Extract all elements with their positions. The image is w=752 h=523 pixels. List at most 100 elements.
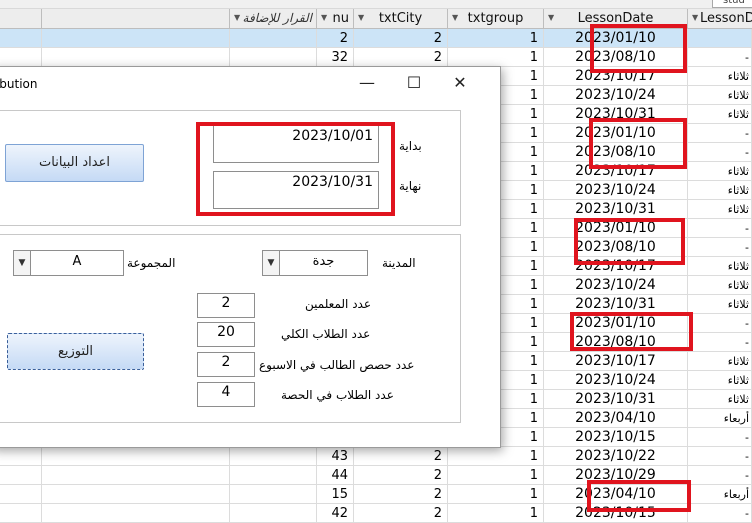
minimize-icon[interactable]: — [347, 71, 387, 95]
table-cell[interactable]: 2023/10/24 [544, 276, 688, 295]
table-cell[interactable] [230, 29, 317, 48]
table-cell[interactable]: 44 [317, 466, 354, 485]
table-cell[interactable]: أربعاء [688, 409, 752, 428]
table-cell[interactable]: 1 [448, 504, 544, 523]
table-cell[interactable]: 2023/10/31 [544, 390, 688, 409]
prepare-data-button[interactable]: اعداد البيانات [5, 144, 144, 182]
table-cell[interactable] [0, 504, 42, 523]
table-cell[interactable] [0, 485, 42, 504]
chevron-down-icon[interactable]: ▼ [263, 251, 280, 275]
highlight-box [196, 122, 395, 216]
table-cell[interactable]: ثلاثاء [688, 162, 752, 181]
table-cell[interactable] [230, 48, 317, 67]
table-cell[interactable]: - [688, 48, 752, 67]
table-cell[interactable]: - [688, 219, 752, 238]
table-cell[interactable]: 2023/10/15 [544, 428, 688, 447]
chevron-down-icon[interactable]: ▼ [14, 251, 31, 275]
table-cell[interactable]: أربعاء [688, 485, 752, 504]
table-cell[interactable]: ثلاثاء [688, 295, 752, 314]
table-cell[interactable] [230, 466, 317, 485]
table-cell[interactable]: - [688, 428, 752, 447]
table-cell[interactable]: 1 [448, 466, 544, 485]
table-cell[interactable]: 2023/10/24 [544, 181, 688, 200]
table-cell[interactable]: 2023/10/24 [544, 86, 688, 105]
table-cell[interactable]: - [688, 447, 752, 466]
table-cell[interactable] [230, 447, 317, 466]
table-cell[interactable] [230, 485, 317, 504]
table-cell[interactable]: - [688, 333, 752, 352]
table-cell[interactable]: ثلاثاء [688, 105, 752, 124]
weekly-lessons-input[interactable]: 2 [197, 352, 255, 377]
table-cell[interactable]: 32 [317, 48, 354, 67]
table-cell[interactable]: 2023/04/10 [544, 409, 688, 428]
group-combo[interactable]: ▼ A [13, 250, 124, 276]
table-cell[interactable] [0, 447, 42, 466]
table-cell[interactable]: ثلاثاء [688, 276, 752, 295]
table-cell[interactable]: 15 [317, 485, 354, 504]
table-cell[interactable] [42, 485, 230, 504]
header-blank-1 [0, 9, 42, 29]
table-cell[interactable]: - [688, 504, 752, 523]
table-cell[interactable]: - [688, 314, 752, 333]
students-per-lesson-input[interactable]: 4 [197, 382, 255, 407]
close-icon[interactable]: ✕ [440, 71, 480, 95]
header-txtgroup[interactable]: ▼ txtgroup [448, 9, 544, 29]
table-cell[interactable]: ثلاثاء [688, 257, 752, 276]
table-cell[interactable]: 2023/10/24 [544, 371, 688, 390]
table-cell[interactable] [0, 29, 42, 48]
table-cell[interactable]: - [688, 143, 752, 162]
table-cell[interactable] [42, 447, 230, 466]
table-cell[interactable]: 2023/10/22 [544, 447, 688, 466]
maximize-icon[interactable]: ☐ [394, 71, 434, 95]
table-cell[interactable]: - [688, 466, 752, 485]
table-cell[interactable] [0, 466, 42, 485]
header-nu[interactable]: ▼ nu [317, 9, 354, 29]
table-cell[interactable]: 2 [354, 466, 448, 485]
table-cell[interactable]: ثلاثاء [688, 352, 752, 371]
table-cell[interactable]: ثلاثاء [688, 390, 752, 409]
dialog-title: ribution [0, 77, 38, 91]
table-cell[interactable]: - [688, 238, 752, 257]
table-cell[interactable]: 2 [317, 29, 354, 48]
table-cell[interactable]: 2 [354, 447, 448, 466]
table-cell[interactable]: ثلاثاء [688, 181, 752, 200]
table-cell[interactable]: 43 [317, 447, 354, 466]
start-date-label: بداية [399, 139, 422, 153]
table-cell[interactable]: 2 [354, 29, 448, 48]
table-cell[interactable]: 2023/10/17 [544, 352, 688, 371]
table-cell[interactable] [42, 466, 230, 485]
total-students-input[interactable]: 20 [197, 322, 255, 347]
table-cell[interactable] [42, 29, 230, 48]
table-cell[interactable] [230, 504, 317, 523]
end-date-label: نهاية [399, 179, 422, 193]
table-cell[interactable]: 42 [317, 504, 354, 523]
table-cell[interactable]: 1 [448, 29, 544, 48]
tab-fragment[interactable]: stud [712, 0, 752, 8]
table-cell[interactable]: ثلاثاء [688, 200, 752, 219]
city-combo[interactable]: ▼ جدة [262, 250, 368, 276]
table-cell[interactable] [0, 48, 42, 67]
table-cell[interactable]: - [688, 124, 752, 143]
table-cell[interactable]: 2 [354, 485, 448, 504]
table-cell[interactable]: ثلاثاء [688, 86, 752, 105]
header-add-decision[interactable]: ▼ القرار للإضافة [230, 9, 317, 29]
table-cell[interactable]: ثلاثاء [688, 371, 752, 390]
table-cell[interactable]: 1 [448, 447, 544, 466]
table-cell[interactable]: 1 [448, 48, 544, 67]
city-label: المدينة [382, 256, 416, 270]
dialog-titlebar[interactable]: ribution — ☐ ✕ [0, 67, 500, 99]
table-cell[interactable] [42, 504, 230, 523]
teachers-count-input[interactable]: 2 [197, 293, 255, 318]
header-txtcity[interactable]: ▼ txtCity [354, 9, 448, 29]
distribute-button[interactable]: التوزيع [7, 333, 144, 370]
table-cell[interactable]: 2 [354, 48, 448, 67]
header-lessond[interactable]: ▼ LessonD [688, 9, 752, 29]
table-cell[interactable]: 2023/10/31 [544, 200, 688, 219]
table-cell[interactable] [688, 29, 752, 48]
sort-arrow-icon: ▼ [321, 13, 328, 22]
table-row[interactable]: 43 2 1 2023/10/22- [0, 447, 752, 466]
table-cell[interactable]: 1 [448, 485, 544, 504]
table-cell[interactable]: 2 [354, 504, 448, 523]
table-cell[interactable]: ثلاثاء [688, 67, 752, 86]
table-cell[interactable] [42, 48, 230, 67]
